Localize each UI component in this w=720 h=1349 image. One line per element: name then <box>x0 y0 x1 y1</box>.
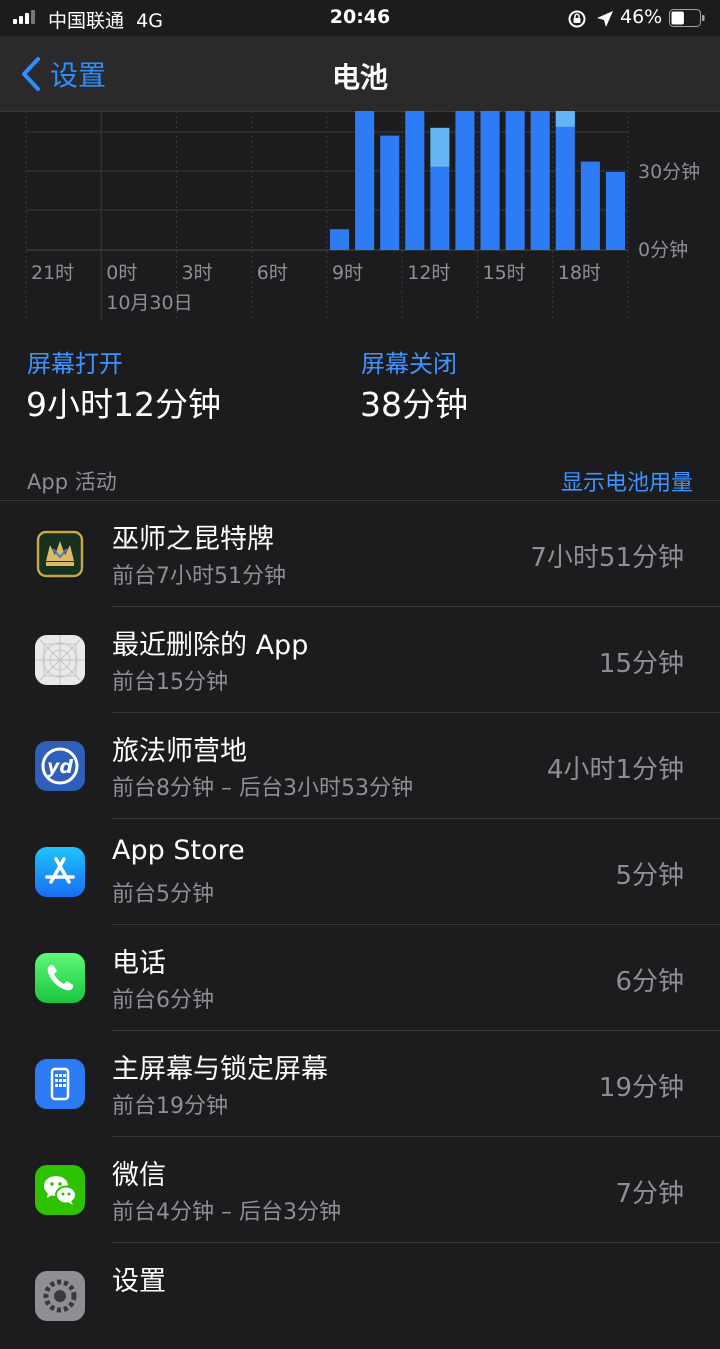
location-arrow-icon <box>597 11 613 27</box>
chart-bar <box>555 111 575 250</box>
app-detail: 前台15分钟 <box>112 670 228 695</box>
navigation-bar: 设置 电池 <box>0 36 720 112</box>
chart-bar <box>405 111 425 250</box>
screen-on-value: 9小时12分钟 <box>26 385 221 424</box>
app-row[interactable]: 电话 前台6分钟 6分钟 <box>0 925 720 1031</box>
show-battery-usage-link[interactable]: 显示电池用量 <box>561 465 693 497</box>
app-name: 电话 <box>112 948 166 979</box>
app-row[interactable]: 微信 前台4分钟 – 后台3分钟 7分钟 <box>0 1137 720 1243</box>
chart-bar <box>605 172 625 250</box>
lvfashi-icon: yd <box>35 741 85 791</box>
orientation-lock-icon <box>568 10 586 28</box>
app-name: 微信 <box>112 1160 166 1191</box>
wechat-icon <box>35 1165 85 1215</box>
chart-x-tick-label: 3时 <box>182 262 213 284</box>
chart-bar-secondary <box>430 127 450 167</box>
home-lock-screen-icon <box>35 1059 85 1109</box>
page-title: 电池 <box>331 61 388 94</box>
chart-bar <box>430 166 450 250</box>
app-activity-list: 巫师之昆特牌 前台7小时51分钟 7小时51分钟 最近删除的 App 前台15分… <box>0 501 720 1349</box>
screen-on-label: 屏幕打开 <box>27 350 123 378</box>
app-detail: 前台7小时51分钟 <box>112 564 286 589</box>
battery-percent: 46% <box>620 6 663 28</box>
app-duration: 6分钟 <box>615 967 684 997</box>
phone-icon <box>35 953 85 1003</box>
app-detail: 前台4分钟 – 后台3分钟 <box>112 1200 341 1225</box>
chart-bar <box>330 229 350 250</box>
app-name: 旅法师营地 <box>112 736 247 767</box>
gwent-icon <box>35 529 85 579</box>
svg-text:yd: yd <box>47 756 73 778</box>
chart-x-tick-label: 21时 <box>31 262 74 284</box>
chart-bar <box>480 111 500 250</box>
app-row[interactable]: 最近删除的 App 前台15分钟 15分钟 <box>0 607 720 713</box>
screen-time-chart[interactable]: 21时 0时 3时 6时 9时 12时 15时 18时 10月30日 30分钟 0分钟 <box>0 111 720 321</box>
chart-y-tick-label: 0分钟 <box>638 239 688 261</box>
chart-bar <box>530 111 550 250</box>
app-detail: 前台6分钟 <box>112 988 214 1013</box>
chart-x-tick-label: 6时 <box>257 262 288 284</box>
chart-x-tick-label: 9时 <box>332 262 363 284</box>
app-duration: 7分钟 <box>615 1179 684 1209</box>
settings-icon <box>35 1271 85 1321</box>
app-store-icon <box>35 847 85 897</box>
app-name: 主屏幕与锁定屏幕 <box>112 1054 328 1085</box>
screen-off-value: 38分钟 <box>360 385 468 424</box>
app-duration: 15分钟 <box>598 649 684 679</box>
chart-x-tick-label: 15时 <box>483 262 526 284</box>
app-row[interactable]: 设置 <box>0 1243 720 1349</box>
battery-icon <box>669 9 705 27</box>
deleted-app-icon <box>35 635 85 685</box>
app-row[interactable]: App Store 前台5分钟 5分钟 <box>0 819 720 925</box>
app-name: 巫师之昆特牌 <box>112 524 274 555</box>
app-duration: 4小时1分钟 <box>546 755 684 785</box>
chart-x-tick-label: 0时 <box>106 262 137 284</box>
app-detail: 前台5分钟 <box>112 882 214 907</box>
app-duration: 5分钟 <box>615 861 684 891</box>
app-detail: 前台8分钟 – 后台3小时53分钟 <box>112 776 413 801</box>
app-name: 最近删除的 App <box>112 630 309 661</box>
app-row[interactable]: 主屏幕与锁定屏幕 前台19分钟 19分钟 <box>0 1031 720 1137</box>
app-row[interactable]: 巫师之昆特牌 前台7小时51分钟 7小时51分钟 <box>0 501 720 607</box>
chart-bar <box>355 111 375 250</box>
app-duration: 19分钟 <box>598 1073 684 1103</box>
screen-off-label: 屏幕关闭 <box>361 350 457 378</box>
status-bar: 中国联通 4G 20:46 46% <box>0 0 720 36</box>
chart-x-tick-label: 12时 <box>407 262 450 284</box>
app-row[interactable]: yd 旅法师营地 前台8分钟 – 后台3小时53分钟 4小时1分钟 <box>0 713 720 819</box>
chart-x-tick-label: 18时 <box>558 262 601 284</box>
app-duration: 7小时51分钟 <box>530 543 684 573</box>
chart-bar <box>380 135 400 250</box>
app-name: 设置 <box>112 1266 166 1297</box>
chart-bar <box>580 161 600 250</box>
chart-bar <box>505 111 525 250</box>
chart-bar <box>455 111 475 250</box>
chart-date-label: 10月30日 <box>106 292 192 314</box>
app-detail: 前台19分钟 <box>112 1094 228 1119</box>
app-name: App Store <box>112 835 245 866</box>
chart-y-tick-label: 30分钟 <box>638 161 700 183</box>
chart-bar-secondary <box>555 111 575 127</box>
app-activity-title: App 活动 <box>27 470 117 494</box>
